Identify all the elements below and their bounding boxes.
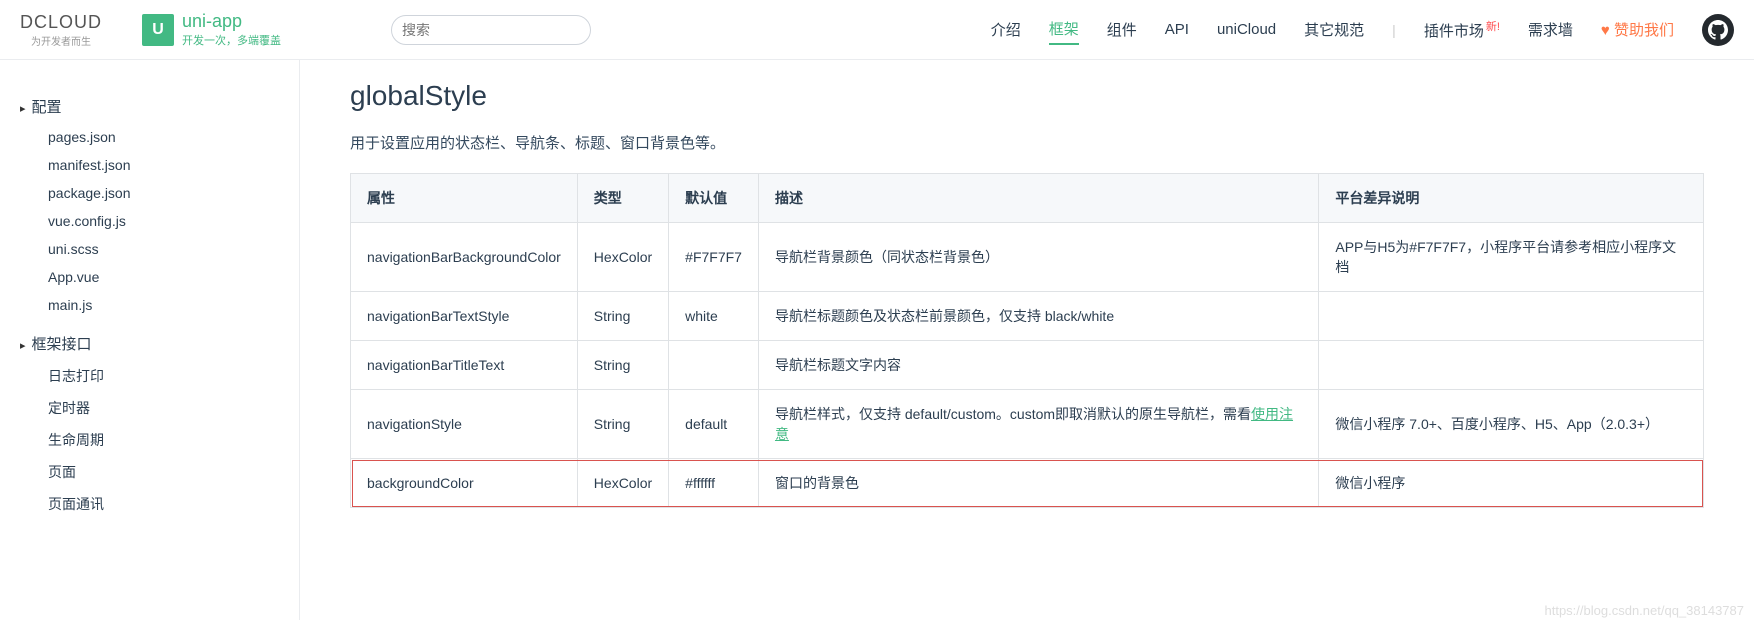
table-row: navigationBarTitleTextString 导航栏标题文字内容 [351,341,1704,390]
cell-default: #ffffff [669,459,759,508]
sidebar-item-manifest[interactable]: manifest.json [48,151,299,179]
cell-desc: 导航栏背景颜色（同状态栏背景色） [758,223,1318,292]
cell-prop: backgroundColor [351,459,578,508]
sidebar-item-lifecycle[interactable]: 生命周期 [48,424,299,456]
sidebar-item-appvue[interactable]: App.vue [48,263,299,291]
nav-request-wall[interactable]: 需求墙 [1528,15,1573,44]
cell-platform: 微信小程序 7.0+、百度小程序、H5、App（2.0.3+） [1319,390,1704,459]
props-table: 属性 类型 默认值 描述 平台差异说明 navigationBarBackgro… [350,173,1704,508]
sidebar-item-page[interactable]: 页面 [48,456,299,488]
cell-default [669,341,759,390]
th-default: 默认值 [669,174,759,223]
dcloud-logo-text: DCLOUD [20,12,102,33]
cell-desc: 导航栏标题文字内容 [758,341,1318,390]
nav: 介绍 框架 组件 API uniCloud 其它规范 | 插件市场新! 需求墙 … [991,14,1734,46]
cell-type: String [577,341,668,390]
table-row: navigationBarBackgroundColorHexColor#F7F… [351,223,1704,292]
table-row: backgroundColorHexColor#ffffff窗口的背景色微信小程… [351,459,1704,508]
cell-prop: navigationBarTitleText [351,341,578,390]
desc-link[interactable]: 使用注意 [775,406,1293,442]
nav-unicloud[interactable]: uniCloud [1217,17,1276,42]
cell-desc: 导航栏标题颜色及状态栏前景颜色，仅支持 black/white [758,292,1318,341]
th-desc: 描述 [758,174,1318,223]
search-box [391,15,591,45]
sidebar-group-config: 配置 pages.json manifest.json package.json… [20,90,299,319]
table-row: navigationBarTextStyleStringwhite导航栏标题颜色… [351,292,1704,341]
sidebar-item-pagecomm[interactable]: 页面通讯 [48,488,299,520]
header: DCLOUD 为开发者而生 U uni-app 开发一次，多端覆盖 介绍 框架 … [0,0,1754,60]
content: globalStyle 用于设置应用的状态栏、导航条、标题、窗口背景色等。 属性… [300,60,1754,620]
heart-icon: ♥ [1601,22,1614,39]
nav-sponsor[interactable]: ♥ 赞助我们 [1601,15,1674,44]
sidebar-item-uniscss[interactable]: uni.scss [48,235,299,263]
cell-default: default [669,390,759,459]
nav-components[interactable]: 组件 [1107,15,1137,44]
cell-platform: APP与H5为#F7F7F7，小程序平台请参考相应小程序文档 [1319,223,1704,292]
cell-type: HexColor [577,459,668,508]
th-platform: 平台差异说明 [1319,174,1704,223]
cell-default: white [669,292,759,341]
uni-logo[interactable]: U uni-app 开发一次，多端覆盖 [142,11,281,48]
dcloud-logo[interactable]: DCLOUD 为开发者而生 [20,12,102,48]
th-type: 类型 [577,174,668,223]
cell-platform: 微信小程序 [1319,459,1704,508]
sidebar: 配置 pages.json manifest.json package.json… [0,60,300,620]
sidebar-title-api[interactable]: 框架接口 [20,327,299,360]
table-row: navigationStyleStringdefault导航栏样式，仅支持 de… [351,390,1704,459]
sidebar-group-api: 框架接口 日志打印 定时器 生命周期 页面 页面通讯 [20,327,299,520]
cell-type: HexColor [577,223,668,292]
uni-title: uni-app [182,11,281,32]
cell-platform [1319,341,1704,390]
dcloud-logo-tagline: 为开发者而生 [31,33,91,48]
sidebar-item-log[interactable]: 日志打印 [48,360,299,392]
nav-other[interactable]: 其它规范 [1304,15,1364,44]
new-tag: 新! [1486,21,1500,33]
sidebar-item-package[interactable]: package.json [48,179,299,207]
search-input[interactable] [391,15,591,45]
nav-plugin-market[interactable]: 插件市场新! [1424,14,1500,45]
th-prop: 属性 [351,174,578,223]
cell-prop: navigationBarTextStyle [351,292,578,341]
nav-separator: | [1392,22,1396,38]
cell-prop: navigationStyle [351,390,578,459]
cell-type: String [577,390,668,459]
nav-api[interactable]: API [1165,17,1189,42]
uni-tagline: 开发一次，多端覆盖 [182,32,281,48]
cell-default: #F7F7F7 [669,223,759,292]
nav-intro[interactable]: 介绍 [991,15,1021,44]
sidebar-item-timer[interactable]: 定时器 [48,392,299,424]
uni-logo-box: U [142,14,174,46]
cell-prop: navigationBarBackgroundColor [351,223,578,292]
sidebar-item-mainjs[interactable]: main.js [48,291,299,319]
nav-framework[interactable]: 框架 [1049,14,1079,45]
cell-platform [1319,292,1704,341]
sidebar-item-vueconfig[interactable]: vue.config.js [48,207,299,235]
github-icon[interactable] [1702,14,1734,46]
intro-text: 用于设置应用的状态栏、导航条、标题、窗口背景色等。 [350,132,1704,153]
sidebar-title-config[interactable]: 配置 [20,90,299,123]
page-title: globalStyle [350,80,1704,112]
cell-desc: 导航栏样式，仅支持 default/custom。custom即取消默认的原生导… [758,390,1318,459]
cell-desc: 窗口的背景色 [758,459,1318,508]
sidebar-item-pages[interactable]: pages.json [48,123,299,151]
cell-type: String [577,292,668,341]
